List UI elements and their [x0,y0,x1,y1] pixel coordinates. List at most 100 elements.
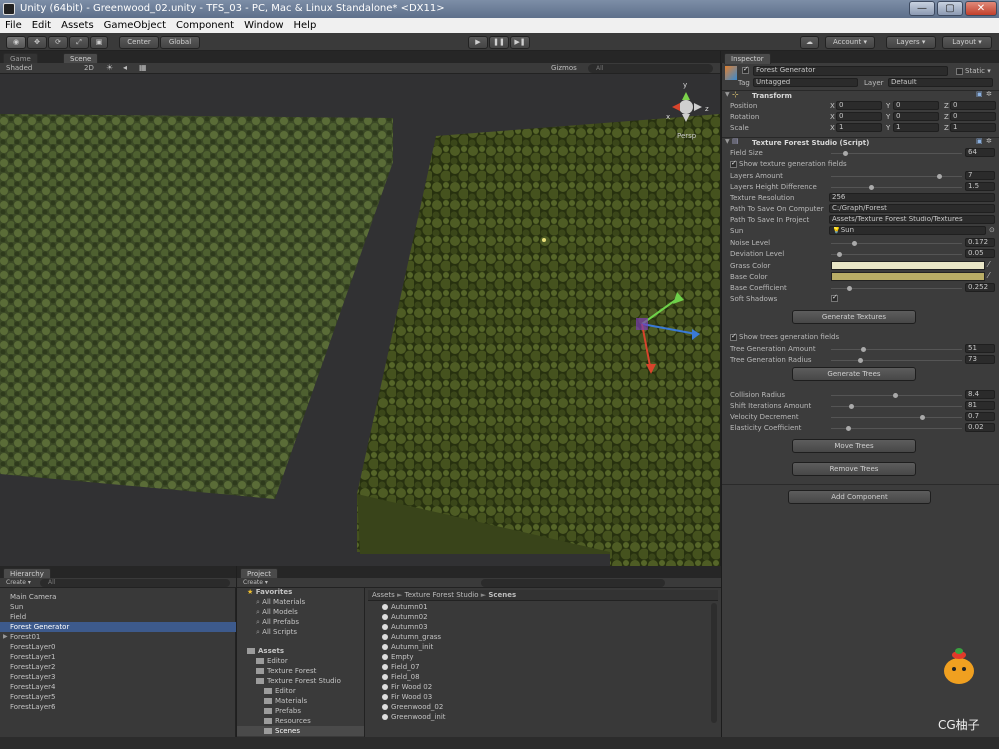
sun-object-field[interactable]: 💡Sun [829,226,986,235]
object-name-field[interactable]: Forest Generator [753,66,948,76]
noise-slider[interactable] [831,241,962,246]
active-checkbox[interactable] [742,65,751,75]
base-coef-slider[interactable] [831,286,962,291]
slider-knob[interactable] [852,241,857,246]
menu-gameobject[interactable]: GameObject [99,18,171,33]
show-trees-fields-toggle[interactable]: Show trees generation fields [730,332,839,341]
tree-radius-value[interactable]: 73 [965,355,995,364]
hierarchy-item[interactable]: ForestLayer6 [10,703,55,711]
scene-file[interactable]: Empty [382,653,414,661]
noise-value[interactable]: 0.172 [965,238,995,247]
move-trees-button[interactable]: Move Trees [792,439,916,453]
position-z-field[interactable]: 0 [950,101,996,110]
maximize-button[interactable]: ▢ [937,1,963,16]
hierarchy-item[interactable]: Main Camera [10,593,56,601]
hierarchy-item[interactable]: Field [10,613,26,621]
tree-radius-slider[interactable] [831,358,962,363]
remove-trees-button[interactable]: Remove Trees [792,462,916,476]
slider-knob[interactable] [846,426,851,431]
tag-dropdown[interactable]: Untagged [753,78,858,87]
asset-folder[interactable]: Editor [256,657,288,665]
project-scrollbar[interactable] [711,603,717,723]
path-project-field[interactable]: Assets/Texture Forest Studio/Textures [829,215,995,224]
hierarchy-search-input[interactable]: All [40,579,230,587]
hand-tool-icon[interactable]: ◉ [6,36,26,49]
favorite-item[interactable]: ⌕ All Materials [256,598,305,607]
scale-x-field[interactable]: 1 [836,123,882,132]
slider-knob[interactable] [847,286,852,291]
layer-dropdown[interactable]: Default [888,78,993,87]
base-coef-value[interactable]: 0.252 [965,283,995,292]
project-search-input[interactable] [481,579,665,587]
rotation-z-field[interactable]: 0 [950,112,996,121]
gear-icon[interactable]: ✲ [986,90,992,98]
shift-iterations-value[interactable]: 81 [965,401,995,410]
move-tool-icon[interactable]: ✥ [27,36,47,49]
slider-knob[interactable] [937,174,942,179]
step-button[interactable]: ▶❚ [510,36,530,49]
object-picker-icon[interactable]: ⊙ [989,226,995,234]
scene-file[interactable]: Autumn03 [382,623,428,631]
generate-textures-button[interactable]: Generate Textures [792,310,916,324]
eyedropper-icon[interactable]: ⁄ [988,271,989,280]
mode-2d-toggle[interactable]: 2D [84,64,94,72]
foldout-arrow-icon[interactable]: ▼ [725,138,730,145]
scene-file[interactable]: Autumn_grass [382,633,441,641]
deviation-slider[interactable] [831,252,962,257]
scene-file[interactable]: Autumn01 [382,603,428,611]
menu-component[interactable]: Component [171,18,239,33]
rotation-x-field[interactable]: 0 [836,112,882,121]
breadcrumb-item[interactable]: Texture Forest Studio [405,591,479,599]
slider-knob[interactable] [861,347,866,352]
field-size-value[interactable]: 64 [965,148,995,157]
hierarchy-item[interactable]: ForestLayer3 [10,673,55,681]
base-color-swatch[interactable] [831,272,985,281]
field-size-slider[interactable] [831,151,962,156]
asset-folder[interactable]: Texture Forest Studio [256,677,341,685]
scene-file[interactable]: Field_08 [382,673,420,681]
show-texture-fields-toggle[interactable]: Show texture generation fields [730,159,847,168]
slider-knob[interactable] [920,415,925,420]
transform-header[interactable]: Transform [722,90,999,101]
layout-dropdown[interactable]: Layout ▾ [942,36,992,49]
rotation-y-field[interactable]: 0 [893,112,939,121]
scene-file[interactable]: Greenwood_init [382,713,446,721]
eyedropper-icon[interactable]: ⁄ [988,260,989,269]
scene-search-input[interactable]: All [588,64,713,73]
asset-subfolder[interactable]: Prefabs [264,707,301,715]
hierarchy-item[interactable]: Sun [10,603,23,611]
texture-resolution-field[interactable]: 256 [829,193,995,202]
scale-y-field[interactable]: 1 [893,123,939,132]
scene-file[interactable]: Greenwood_02 [382,703,443,711]
slider-knob[interactable] [893,393,898,398]
favorites-header[interactable]: ★ Favorites [247,588,292,596]
effects-toggle-icon[interactable]: ▦ [139,63,147,72]
favorite-item[interactable]: ⌕ All Models [256,608,298,617]
minimize-button[interactable]: — [909,1,935,16]
menu-edit[interactable]: Edit [27,18,56,33]
path-computer-field[interactable]: C:/Graph/Forest [829,204,995,213]
pivot-center-toggle[interactable]: Center [119,36,159,49]
shift-iterations-slider[interactable] [831,404,962,409]
hierarchy-item[interactable]: ForestLayer5 [10,693,55,701]
asset-subfolder[interactable]: Materials [264,697,307,705]
position-x-field[interactable]: 0 [836,101,882,110]
add-component-button[interactable]: Add Component [788,490,931,504]
scale-z-field[interactable]: 1 [950,123,996,132]
scene-file[interactable]: Fir Wood 03 [382,693,432,701]
script-component-header[interactable]: Texture Forest Studio (Script) [722,137,999,148]
gear-icon[interactable]: ✲ [986,137,992,145]
elasticity-slider[interactable] [831,426,962,431]
layers-height-value[interactable]: 1.5 [965,182,995,191]
favorite-item[interactable]: ⌕ All Prefabs [256,618,299,627]
elasticity-value[interactable]: 0.02 [965,423,995,432]
help-icon[interactable]: ▣ [976,137,983,145]
persp-label[interactable]: Persp [677,132,696,140]
hierarchy-item[interactable]: ForestLayer4 [10,683,55,691]
scene-file[interactable]: Field_07 [382,663,420,671]
slider-knob[interactable] [837,252,842,257]
scale-tool-icon[interactable]: ⤢ [69,36,89,49]
breadcrumb-item[interactable]: Assets [372,591,395,599]
velocity-value[interactable]: 0.7 [965,412,995,421]
menu-file[interactable]: File [0,18,27,33]
